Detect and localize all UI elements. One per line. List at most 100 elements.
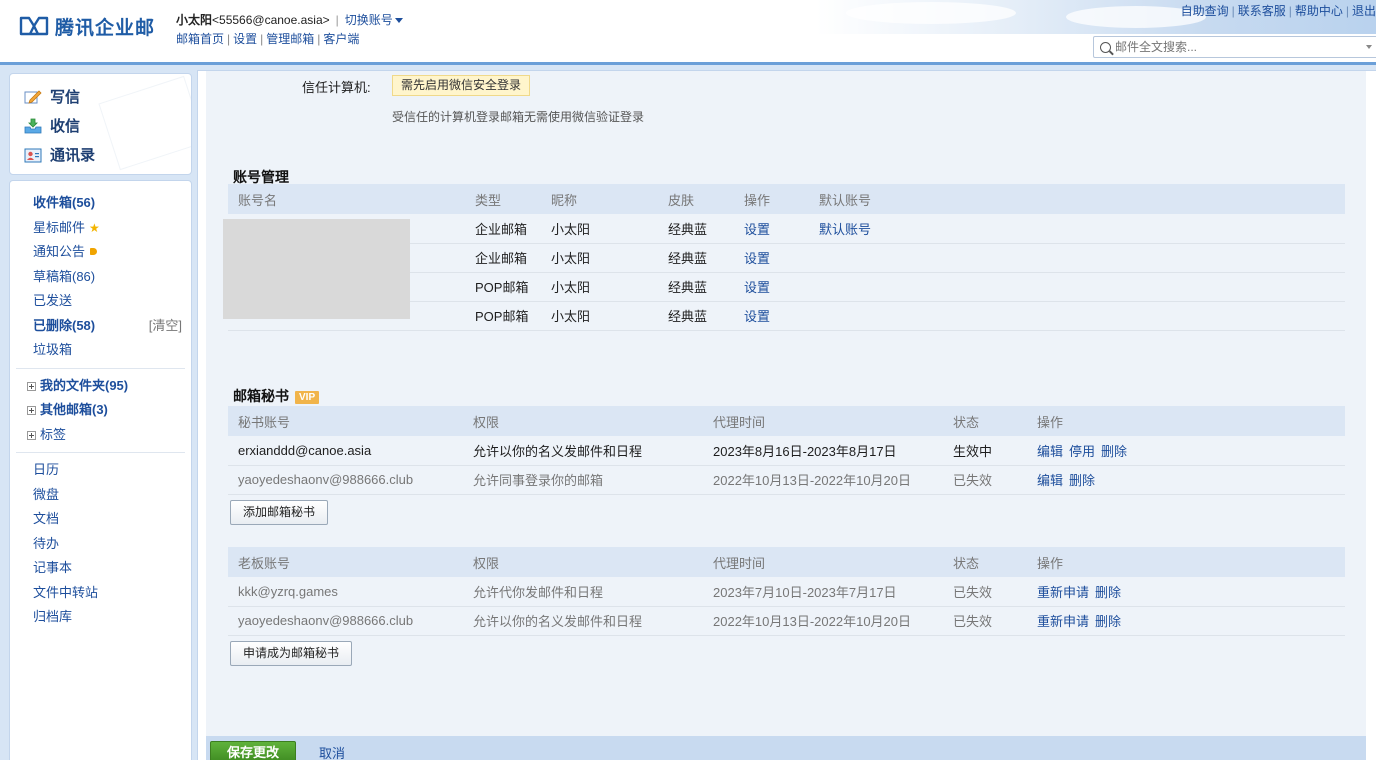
add-secretary-button[interactable]: 添加邮箱秘书 — [230, 500, 329, 525]
col-secretary-account: 秘书账号 — [228, 406, 463, 436]
app-docs[interactable]: 文档 — [10, 507, 191, 532]
boss-account: yaoyedeshaonv@988666.club — [228, 606, 463, 636]
header-nav: 邮箱首页 | 设置 | 管理邮箱 | 客户端 — [176, 32, 360, 46]
boss-period: 2022年10月13日-2022年10月20日 — [703, 606, 943, 636]
nav-client[interactable]: 客户端 — [323, 32, 359, 46]
folder-inbox[interactable]: 收件箱(56) — [10, 191, 191, 216]
delete-link[interactable]: 删除 — [1095, 614, 1121, 629]
col-type: 类型 — [465, 184, 541, 214]
secretary-status: 生效中 — [943, 436, 1027, 466]
logo[interactable]: 腾讯企业邮 — [19, 11, 155, 41]
default-account-link[interactable]: 默认账号 — [819, 222, 871, 237]
settings-panel: 信任计算机: 需先启用微信安全登录 受信任的计算机登录邮箱无需使用微信验证登录 … — [197, 70, 1376, 760]
col-permission: 权限 — [463, 547, 703, 577]
secretary-table: 秘书账号 权限 代理时间 状态 操作 erxianddd@canoe.asia … — [228, 406, 1345, 495]
footer-bar: 保存更改 取消 — [206, 736, 1366, 760]
clear-deleted-link[interactable]: [清空] — [149, 314, 182, 339]
col-status: 状态 — [943, 406, 1027, 436]
search-box[interactable] — [1093, 36, 1376, 58]
boss-status: 已失效 — [943, 606, 1027, 636]
nav-mail-home[interactable]: 邮箱首页 — [176, 32, 224, 46]
app-calendar[interactable]: 日历 — [10, 458, 191, 483]
self-service-link[interactable]: 自助查询 — [1181, 4, 1229, 18]
mailbox-secretary-title: 邮箱秘书 VIP — [233, 386, 320, 406]
expand-icon[interactable] — [27, 406, 36, 415]
folder-other-mailboxes[interactable]: 其他邮箱(3) — [10, 398, 191, 423]
account-settings-link[interactable]: 设置 — [744, 309, 770, 324]
table-row: kkk@yzrq.games 允许代你发邮件和日程 2023年7月10日-202… — [228, 577, 1345, 607]
contacts-button[interactable]: 通讯录 — [24, 140, 191, 169]
app-notes[interactable]: 记事本 — [10, 556, 191, 581]
compose-button[interactable]: 写信 — [24, 82, 191, 111]
folder-spam[interactable]: 垃圾箱 — [10, 338, 191, 363]
nav-settings[interactable]: 设置 — [233, 32, 257, 46]
col-boss-account: 老板账号 — [228, 547, 463, 577]
folder-my-folders[interactable]: 我的文件夹(95) — [10, 374, 191, 399]
folder-sent[interactable]: 已发送 — [10, 289, 191, 314]
app-file-transfer[interactable]: 文件中转站 — [10, 581, 191, 606]
table-row: erxianddd@canoe.asia 允许以你的名义发邮件和日程 2023年… — [228, 436, 1345, 466]
receive-label: 收信 — [50, 118, 81, 135]
cancel-link[interactable]: 取消 — [319, 743, 345, 760]
folder-deleted[interactable]: 已删除(58) [清空] — [10, 314, 191, 339]
app-netdisk[interactable]: 微盘 — [10, 483, 191, 508]
edit-link[interactable]: 编辑 — [1037, 444, 1063, 459]
account-nickname: 小太阳 — [541, 301, 658, 331]
col-permission: 权限 — [463, 406, 703, 436]
reapply-link[interactable]: 重新申请 — [1037, 585, 1089, 600]
nav-manage-mailbox[interactable]: 管理邮箱 — [266, 32, 314, 46]
col-nickname: 昵称 — [541, 184, 658, 214]
app-todo[interactable]: 待办 — [10, 532, 191, 557]
boss-status: 已失效 — [943, 577, 1027, 607]
vip-badge: VIP — [295, 391, 320, 404]
contact-support-link[interactable]: 联系客服 — [1238, 4, 1286, 18]
wechat-login-required-badge: 需先启用微信安全登录 — [392, 75, 531, 96]
folder-sidebar: 收件箱(56) 星标邮件 ★ 通知公告 草稿箱(86) 已发送 已删除(58) [清… — [9, 180, 192, 760]
save-changes-button[interactable]: 保存更改 — [210, 741, 296, 760]
col-period: 代理时间 — [703, 406, 943, 436]
disable-link[interactable]: 停用 — [1069, 444, 1095, 459]
folder-tags[interactable]: 标签 — [10, 423, 191, 448]
table-row: yaoyedeshaonv@988666.club 允许同事登录你的邮箱 202… — [228, 465, 1345, 495]
main-frame: 写信 收信 通讯录 收件箱(56) 星标邮件 ★ 通知公告 草稿箱(86) 已发送… — [0, 62, 1376, 760]
account-type: POP邮箱 — [465, 301, 541, 331]
app-archive[interactable]: 归档库 — [10, 605, 191, 630]
secretary-permission: 允许同事登录你的邮箱 — [463, 465, 703, 495]
account-type: 企业邮箱 — [465, 243, 541, 273]
top-links: 自助查询 | 联系客服 | 帮助中心 | 退出 — [1180, 4, 1376, 18]
col-status: 状态 — [943, 547, 1027, 577]
edit-link[interactable]: 编辑 — [1037, 473, 1063, 488]
folder-starred[interactable]: 星标邮件 ★ — [10, 216, 191, 241]
boss-permission: 允许以你的名义发邮件和日程 — [463, 606, 703, 636]
folder-drafts[interactable]: 草稿箱(86) — [10, 265, 191, 290]
logout-link[interactable]: 退出 — [1352, 4, 1376, 18]
col-operation: 操作 — [1027, 547, 1345, 577]
expand-icon[interactable] — [27, 381, 36, 391]
delete-link[interactable]: 删除 — [1095, 585, 1121, 600]
inbox-download-icon — [24, 118, 42, 134]
search-dropdown-icon[interactable] — [1366, 45, 1372, 49]
redacted-account-names — [223, 219, 410, 319]
contacts-label: 通讯录 — [50, 147, 96, 164]
account-settings-link[interactable]: 设置 — [744, 222, 770, 237]
account-settings-link[interactable]: 设置 — [744, 280, 770, 295]
boss-table: 老板账号 权限 代理时间 状态 操作 kkk@yzrq.games 允许代你发邮… — [228, 547, 1345, 636]
delete-link[interactable]: 删除 — [1069, 473, 1095, 488]
switch-account-link[interactable]: 切换账号 — [345, 13, 403, 27]
account-skin: 经典蓝 — [658, 243, 734, 273]
reapply-link[interactable]: 重新申请 — [1037, 614, 1089, 629]
table-header-row: 老板账号 权限 代理时间 状态 操作 — [228, 547, 1345, 577]
help-center-link[interactable]: 帮助中心 — [1295, 4, 1343, 18]
delete-link[interactable]: 删除 — [1101, 444, 1127, 459]
apply-secretary-button[interactable]: 申请成为邮箱秘书 — [230, 641, 353, 666]
secretary-period: 2023年8月16日-2023年8月17日 — [703, 436, 943, 466]
account-settings-link[interactable]: 设置 — [744, 251, 770, 266]
compose-icon — [24, 89, 42, 105]
table-header-row: 秘书账号 权限 代理时间 状态 操作 — [228, 406, 1345, 436]
expand-icon[interactable] — [27, 430, 36, 440]
account-nickname: 小太阳 — [541, 214, 658, 244]
search-input[interactable] — [1115, 40, 1315, 54]
receive-button[interactable]: 收信 — [24, 111, 191, 140]
folder-notices[interactable]: 通知公告 — [10, 240, 191, 265]
boss-permission: 允许代你发邮件和日程 — [463, 577, 703, 607]
